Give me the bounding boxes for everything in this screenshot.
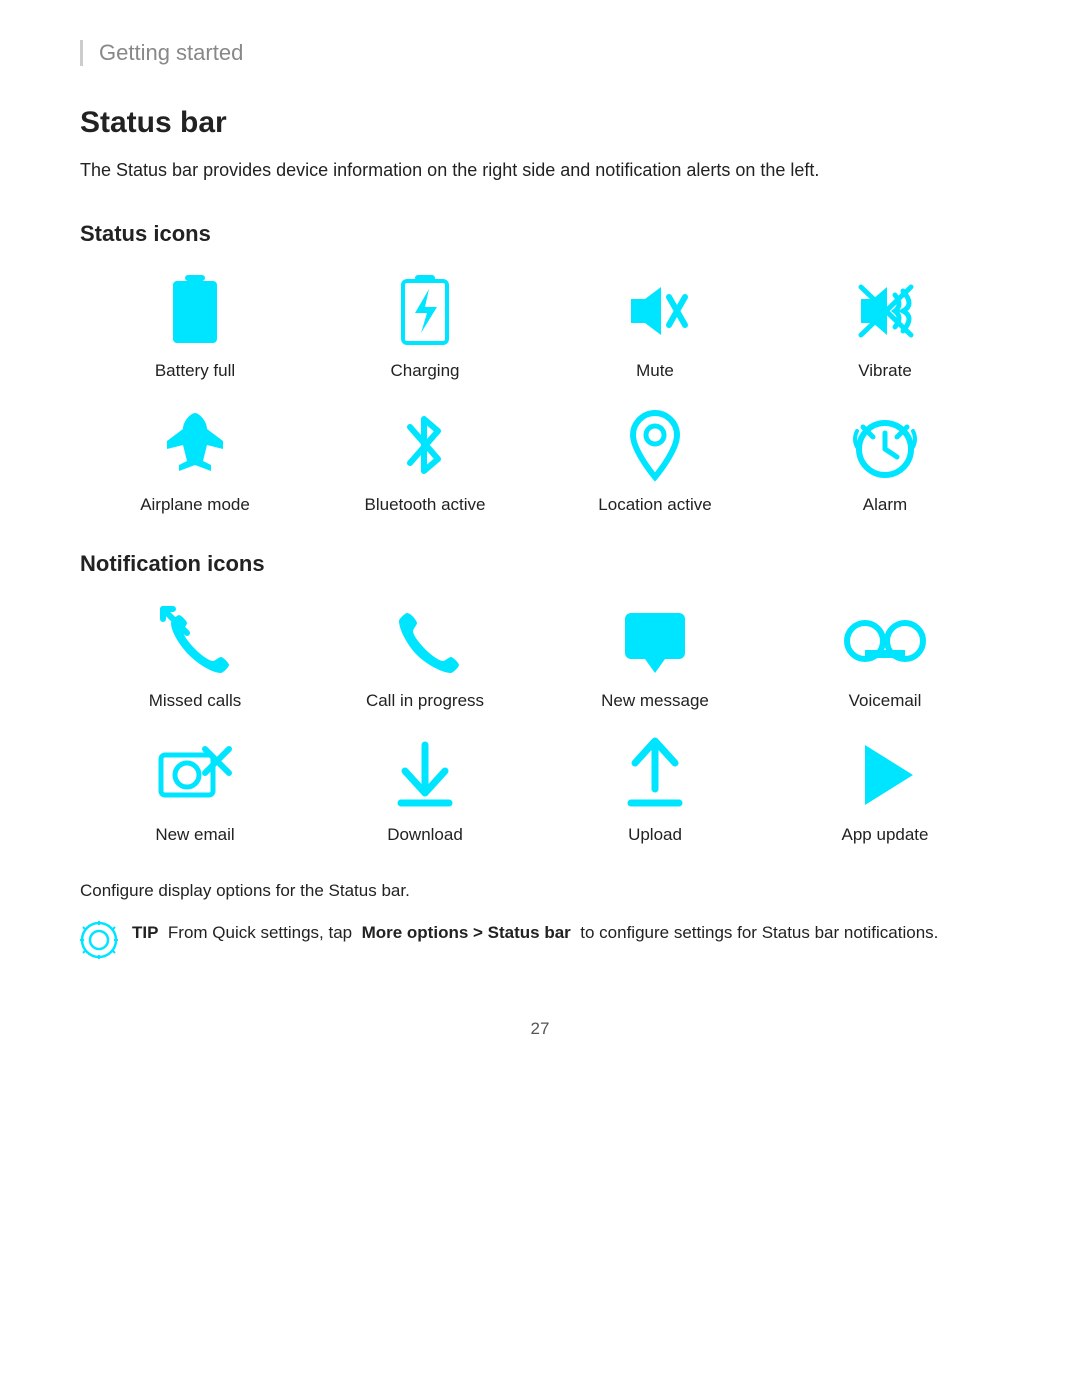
breadcrumb: Getting started [80, 40, 1000, 66]
voicemail-icon [845, 601, 925, 681]
notification-icon-app-update: App update [770, 735, 1000, 845]
status-icon-alarm: Alarm [770, 405, 1000, 515]
status-icon-location: Location active [540, 405, 770, 515]
bluetooth-icon [385, 405, 465, 485]
charging-icon [385, 271, 465, 351]
notification-icon-new-message: New message [540, 601, 770, 711]
section-description: The Status bar provides device informati… [80, 156, 1000, 185]
notification-icons-title: Notification icons [80, 551, 1000, 577]
status-icons-title: Status icons [80, 221, 1000, 247]
page-number: 27 [80, 1019, 1000, 1039]
tip-text: TIP From Quick settings, tap More option… [132, 919, 938, 946]
status-icon-bluetooth: Bluetooth active [310, 405, 540, 515]
page-title: Status bar [80, 106, 1000, 140]
download-icon [385, 735, 465, 815]
new-email-icon [155, 735, 235, 815]
tip-prefix: TIP [132, 923, 158, 942]
tip-bold: More options > Status bar [362, 923, 571, 942]
new-message-icon [615, 601, 695, 681]
call-progress-icon [385, 601, 465, 681]
app-update-icon [845, 735, 925, 815]
status-icon-vibrate: Vibrate [770, 271, 1000, 381]
tip-icon [80, 921, 118, 959]
status-icons-grid: Battery full Charging Mute [80, 271, 1000, 515]
notification-icon-download: Download [310, 735, 540, 845]
notification-icon-upload: Upload [540, 735, 770, 845]
location-icon [615, 405, 695, 485]
mute-icon [615, 271, 695, 351]
alarm-icon [845, 405, 925, 485]
notification-icons-grid: Missed calls Call in progress New messag… [80, 601, 1000, 845]
status-icon-battery-full: Battery full [80, 271, 310, 381]
notification-icon-voicemail: Voicemail [770, 601, 1000, 711]
notification-icon-new-email: New email [80, 735, 310, 845]
tip-section: TIP From Quick settings, tap More option… [80, 919, 1000, 959]
status-icon-airplane: Airplane mode [80, 405, 310, 515]
missed-calls-icon [155, 601, 235, 681]
status-icon-mute: Mute [540, 271, 770, 381]
upload-icon [615, 735, 695, 815]
status-icon-charging: Charging [310, 271, 540, 381]
battery-full-icon [155, 271, 235, 351]
configure-text: Configure display options for the Status… [80, 881, 1000, 901]
notification-icon-call-progress: Call in progress [310, 601, 540, 711]
airplane-icon [155, 405, 235, 485]
vibrate-icon [845, 271, 925, 351]
notification-icon-missed-calls: Missed calls [80, 601, 310, 711]
